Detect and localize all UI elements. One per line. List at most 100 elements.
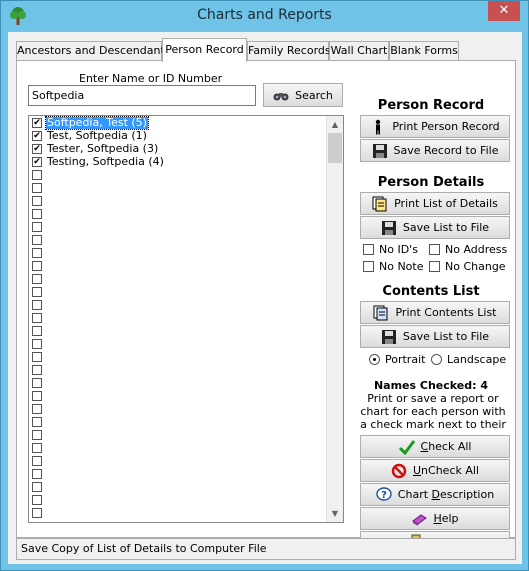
checkbox-box bbox=[363, 261, 374, 272]
list-item-checkbox[interactable] bbox=[32, 221, 42, 232]
print-details-button[interactable]: Print List of Details bbox=[360, 192, 510, 215]
tab-wall-chart[interactable]: Wall Chart bbox=[329, 41, 389, 61]
list-item[interactable]: ✔ Test, Softpedia (1) bbox=[29, 129, 326, 142]
list-item-checkbox[interactable] bbox=[32, 494, 42, 505]
list-item-checkbox[interactable] bbox=[32, 377, 42, 388]
list-item-checkbox[interactable] bbox=[32, 364, 42, 375]
list-item[interactable] bbox=[29, 493, 326, 506]
list-item-checkbox[interactable] bbox=[32, 312, 42, 323]
list-item[interactable] bbox=[29, 233, 326, 246]
tab-ancestors-descendants[interactable]: Ancestors and Descendants bbox=[16, 41, 171, 61]
list-item-checkbox[interactable] bbox=[32, 429, 42, 440]
list-item[interactable] bbox=[29, 389, 326, 402]
list-item[interactable] bbox=[29, 415, 326, 428]
list-item[interactable] bbox=[29, 441, 326, 454]
tab-blank-forms[interactable]: Blank Forms bbox=[389, 41, 459, 61]
help-button[interactable]: Help bbox=[360, 507, 510, 530]
list-item[interactable] bbox=[29, 337, 326, 350]
list-item[interactable] bbox=[29, 285, 326, 298]
save-details-button[interactable]: Save List to File bbox=[360, 216, 510, 239]
list-item-checkbox[interactable] bbox=[32, 338, 42, 349]
scroll-down-arrow[interactable]: ▼ bbox=[327, 505, 343, 522]
tab-person-record[interactable]: Person Record bbox=[162, 38, 247, 62]
check-all-text: heck All bbox=[428, 440, 472, 453]
list-item-checkbox[interactable]: ✔ bbox=[32, 156, 42, 167]
no-change-checkbox[interactable]: No Change bbox=[429, 260, 506, 273]
uncheck-all-button[interactable]: UnCheck All bbox=[360, 459, 510, 482]
no-ids-checkbox[interactable]: No ID's bbox=[363, 243, 418, 256]
list-item[interactable] bbox=[29, 298, 326, 311]
no-address-checkbox[interactable]: No Address bbox=[429, 243, 507, 256]
search-button[interactable]: Search bbox=[263, 83, 343, 107]
list-item[interactable] bbox=[29, 272, 326, 285]
list-item[interactable] bbox=[29, 506, 326, 519]
list-item[interactable] bbox=[29, 311, 326, 324]
list-item[interactable] bbox=[29, 454, 326, 467]
list-item-checkbox[interactable] bbox=[32, 351, 42, 362]
print-person-record-button[interactable]: Print Person Record bbox=[360, 115, 510, 138]
list-item-label: Test, Softpedia (1) bbox=[47, 128, 147, 142]
no-note-checkbox[interactable]: No Note bbox=[363, 260, 424, 273]
list-item[interactable]: ✔ Softpedia, Test (5) bbox=[29, 115, 326, 130]
list-item[interactable] bbox=[29, 194, 326, 207]
save-record-button[interactable]: Save Record to File bbox=[360, 139, 510, 162]
list-item-checkbox[interactable] bbox=[32, 195, 42, 206]
list-item[interactable] bbox=[29, 181, 326, 194]
list-item[interactable] bbox=[29, 220, 326, 233]
list-item-checkbox[interactable] bbox=[32, 260, 42, 271]
list-item-checkbox[interactable]: ✔ bbox=[32, 117, 42, 128]
person-list[interactable]: ✔ Softpedia, Test (5) ✔ Test, Softpedia (1)… bbox=[28, 115, 344, 523]
list-item[interactable] bbox=[29, 350, 326, 363]
landscape-radio[interactable]: Landscape bbox=[431, 353, 506, 366]
list-item-checkbox[interactable] bbox=[32, 182, 42, 193]
close-window-button[interactable]: ✕ bbox=[488, 1, 520, 21]
list-item-checkbox[interactable] bbox=[32, 481, 42, 492]
list-item-checkbox[interactable] bbox=[32, 442, 42, 453]
list-item[interactable] bbox=[29, 324, 326, 337]
list-scrollbar[interactable]: ▲ ▼ bbox=[326, 116, 343, 522]
chart-description-button[interactable]: ? Chart Description bbox=[360, 483, 510, 506]
list-item[interactable]: ✔ Testing, Softpedia (4) bbox=[29, 155, 326, 168]
list-item[interactable] bbox=[29, 259, 326, 272]
list-item-checkbox[interactable]: ✔ bbox=[32, 143, 42, 154]
list-item-checkbox[interactable] bbox=[32, 416, 42, 427]
list-item[interactable] bbox=[29, 363, 326, 376]
list-item-checkbox[interactable] bbox=[32, 325, 42, 336]
list-item-checkbox[interactable] bbox=[32, 507, 42, 518]
chart-description-accel: D bbox=[431, 488, 441, 501]
list-item[interactable]: ✔ Tester, Softpedia (3) bbox=[29, 142, 326, 155]
list-item-checkbox[interactable] bbox=[32, 299, 42, 310]
name-search-input[interactable] bbox=[28, 85, 256, 106]
list-item-label: Softpedia, Test (5) bbox=[45, 115, 149, 130]
check-all-button[interactable]: Check All bbox=[360, 435, 510, 458]
list-item-checkbox[interactable] bbox=[32, 403, 42, 414]
list-item[interactable] bbox=[29, 480, 326, 493]
portrait-radio[interactable]: Portrait bbox=[369, 353, 425, 366]
save-contents-button[interactable]: Save List to File bbox=[360, 325, 510, 348]
list-item[interactable] bbox=[29, 168, 326, 181]
list-item[interactable] bbox=[29, 246, 326, 259]
list-item-checkbox[interactable]: ✔ bbox=[32, 130, 42, 141]
list-item-checkbox[interactable] bbox=[32, 234, 42, 245]
list-item-checkbox[interactable] bbox=[32, 455, 42, 466]
list-item-checkbox[interactable] bbox=[32, 468, 42, 479]
title-bar[interactable]: Charts and Reports ✕ bbox=[1, 1, 528, 31]
list-item[interactable] bbox=[29, 376, 326, 389]
print-contents-button[interactable]: Print Contents List bbox=[360, 301, 510, 324]
scroll-thumb[interactable] bbox=[328, 133, 342, 163]
list-item[interactable] bbox=[29, 467, 326, 480]
list-item-checkbox[interactable] bbox=[32, 273, 42, 284]
help-text: elp bbox=[441, 512, 459, 525]
list-item-checkbox[interactable] bbox=[32, 390, 42, 401]
floppy-disk-icon bbox=[381, 220, 396, 235]
list-item-checkbox[interactable] bbox=[32, 286, 42, 297]
list-item[interactable] bbox=[29, 428, 326, 441]
list-item-checkbox[interactable] bbox=[32, 247, 42, 258]
list-item-checkbox[interactable] bbox=[32, 208, 42, 219]
scroll-up-arrow[interactable]: ▲ bbox=[327, 116, 343, 133]
list-item[interactable] bbox=[29, 207, 326, 220]
person-record-panel: Enter Name or ID Number Search ✔Softpedi… bbox=[16, 60, 516, 553]
tab-family-records[interactable]: Family Records bbox=[247, 41, 331, 61]
list-item[interactable] bbox=[29, 402, 326, 415]
list-item-checkbox[interactable] bbox=[32, 169, 42, 180]
